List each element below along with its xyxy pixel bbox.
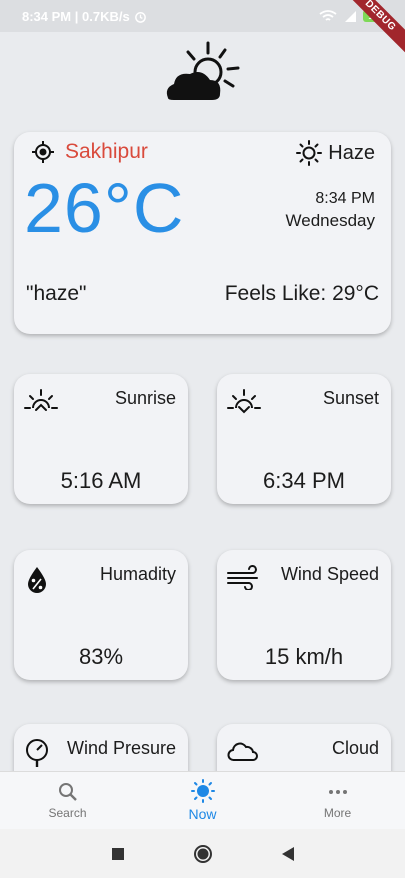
gauge-icon (26, 739, 48, 767)
feels-like: Feels Like: 29°C (224, 282, 379, 305)
weather-description: "haze" (26, 282, 87, 305)
system-navigation-bar (0, 829, 405, 878)
sun-icon (296, 140, 323, 166)
humidity-label: Humadity (99, 564, 176, 584)
sunrise-value: 5:16 AM (60, 468, 142, 493)
humidity-value: 83% (78, 644, 124, 669)
current-time: 8:34 PM (315, 190, 375, 207)
home-icon[interactable] (193, 844, 213, 864)
sunset-card: Sunset 6:34 PM (217, 374, 391, 504)
cloud-sun-icon (166, 41, 240, 100)
sunrise-card: Sunrise 5:16 AM (14, 374, 188, 504)
signal-icon (345, 10, 356, 22)
current-weather-card: Sakhipur Haze 26°C 8:34 PM Wednesday "ha… (14, 132, 391, 334)
wind-speed-label: Wind Speed (280, 564, 379, 584)
wifi-icon (319, 9, 337, 21)
condition-label: Haze (328, 141, 375, 164)
wind-icon (227, 565, 258, 590)
cloud-icon (227, 742, 258, 761)
sunset-icon (227, 389, 261, 414)
recent-apps-icon[interactable] (111, 847, 125, 861)
humidity-card: Humadity 83% (14, 550, 188, 680)
nav-more-label: More (323, 806, 352, 820)
sunset-label: Sunset (322, 388, 379, 408)
location-target-icon (32, 141, 54, 163)
status-bar: 8:34 PM | 0.7KB/s 100 DEBUG (0, 0, 405, 61)
humidity-drop-icon (28, 567, 46, 593)
cloud-label: Cloud (331, 738, 379, 758)
wind-speed-card: Wind Speed 15 km/h (217, 550, 391, 680)
search-icon (58, 783, 77, 801)
nav-now-label: Now (188, 806, 217, 822)
nav-now[interactable]: Now (158, 779, 248, 822)
sunrise-label: Sunrise (114, 388, 176, 408)
condition: Haze (296, 140, 375, 166)
wind-speed-value: 15 km/h (264, 644, 344, 669)
location: Sakhipur (31, 140, 148, 164)
sunset-value: 6:34 PM (263, 468, 345, 493)
alarm-icon (134, 11, 146, 23)
current-day: Wednesday (285, 211, 375, 230)
nav-search-label: Search (48, 806, 87, 820)
bottom-navigation: Search Now More (0, 771, 405, 829)
sunrise-icon (24, 389, 58, 411)
sun-icon (190, 779, 215, 803)
location-name: Sakhipur (65, 140, 148, 163)
wind-pressure-label: Wind Presure (66, 738, 176, 758)
temperature: 26°C (24, 169, 185, 247)
back-icon[interactable] (281, 846, 295, 862)
nav-more[interactable]: More (293, 781, 383, 820)
more-icon (328, 790, 347, 794)
status-time: 8:34 PM | 0.7KB/s (22, 8, 130, 24)
nav-search[interactable]: Search (23, 781, 113, 820)
